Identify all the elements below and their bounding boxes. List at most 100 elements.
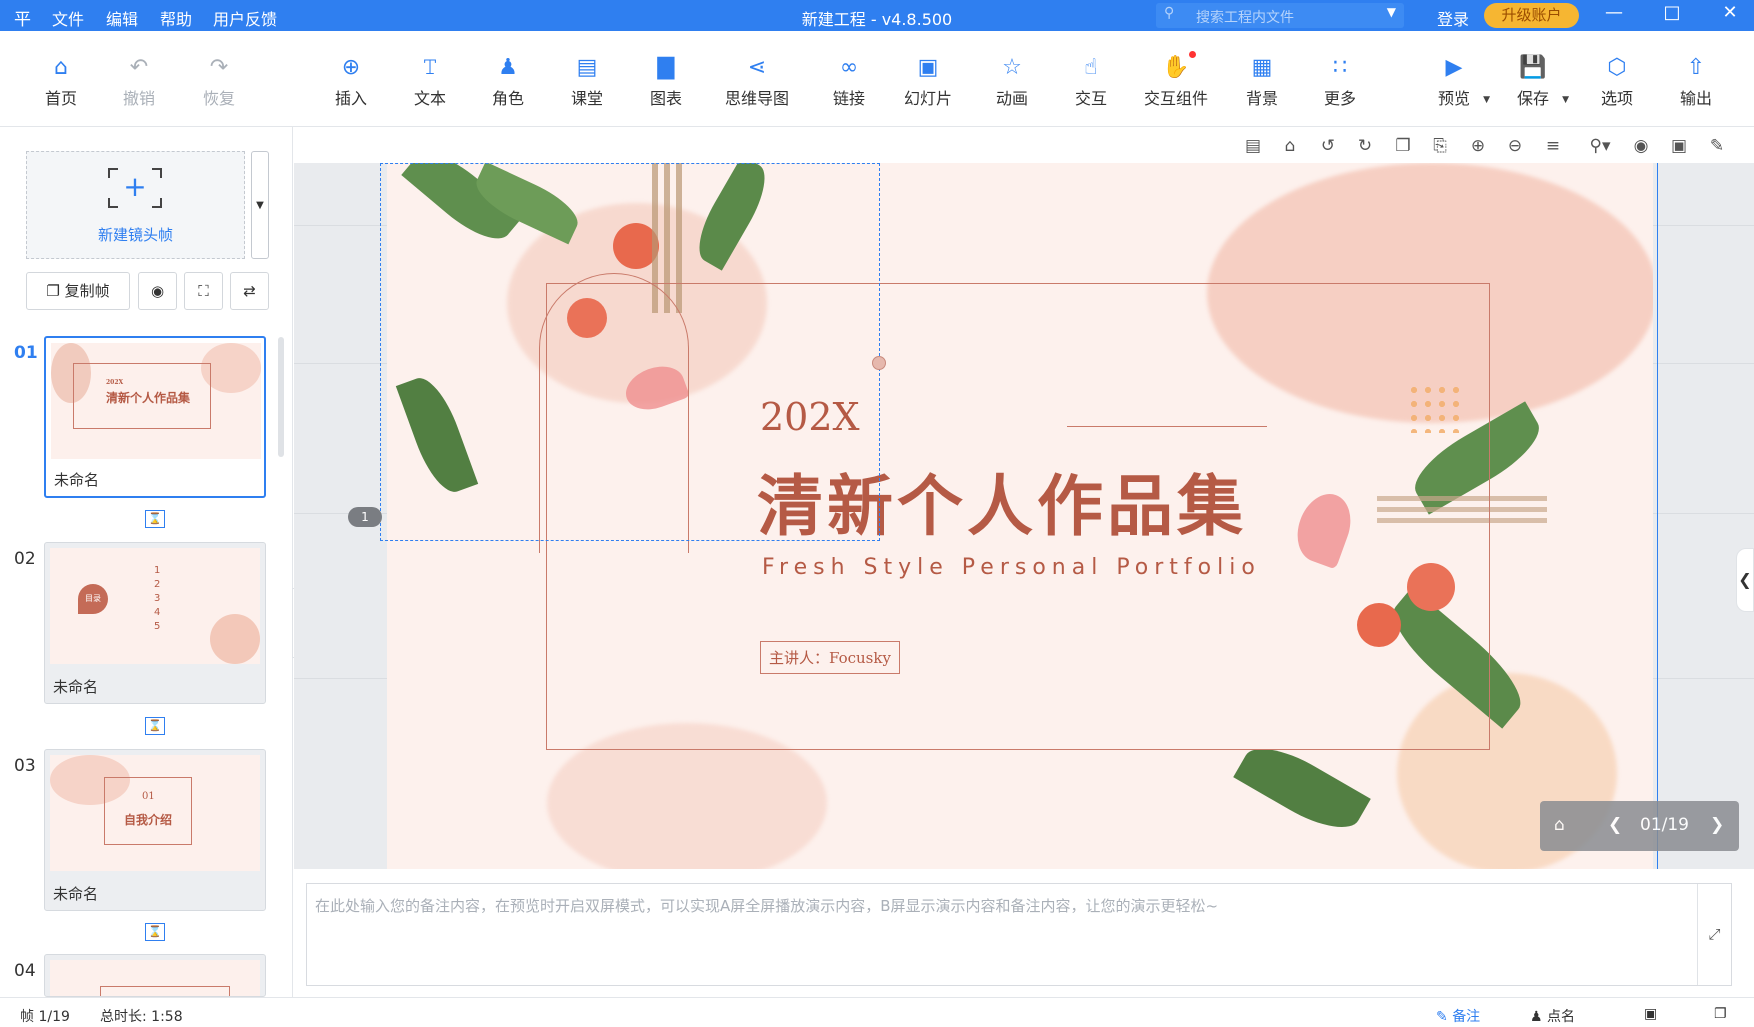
chart-button[interactable]: ▇ 图表 [626, 55, 706, 109]
transition-icon[interactable]: ⌛ [145, 510, 165, 528]
window-icon[interactable]: ❐ [1714, 1006, 1727, 1022]
prev-icon[interactable]: ❮ [1608, 815, 1622, 835]
transition-icon[interactable]: ⌛ [145, 923, 165, 941]
screen-icon[interactable]: ▣ [1644, 1006, 1657, 1022]
link-button[interactable]: ∞ 链接 [809, 55, 889, 109]
copy-icon[interactable]: ❐ [1392, 135, 1414, 157]
project-search[interactable]: ⚲ 搜索工程内文件 ▼ [1156, 3, 1404, 28]
redo-button[interactable]: ↷ 恢复 [179, 55, 259, 109]
background-button[interactable]: ▦ 背景 [1222, 55, 1302, 109]
align-icon[interactable]: ≡ [1542, 135, 1564, 157]
slide[interactable]: 202X 清新个人作品集 Fresh Style Personal Portfo… [387, 163, 1653, 869]
path-button[interactable]: ⇄ [230, 272, 269, 310]
slides-button[interactable]: ▣ 幻灯片 [888, 55, 968, 109]
expand-icon[interactable]: ⤢ [1697, 884, 1731, 985]
redo-label: 恢复 [202, 89, 235, 108]
home-icon[interactable]: ⌂ [1279, 135, 1301, 157]
slide-presenter[interactable]: 主讲人：Focusky [760, 641, 900, 674]
frame-thumbnail-1[interactable]: 202X 清新个人作品集 未命名 [44, 336, 266, 498]
paste-icon[interactable]: ⎘ [1429, 135, 1451, 157]
insert-button[interactable]: ⊕ 插入 [311, 55, 391, 109]
more-button[interactable]: ∷ 更多 [1300, 55, 1380, 109]
ruler-icon[interactable]: ▤ [1242, 135, 1264, 157]
toc-badge: 目录 [78, 584, 108, 614]
save-button[interactable]: 💾 保存 ▼ [1493, 55, 1573, 109]
selection-handle[interactable] [872, 356, 886, 370]
text-label: 文本 [413, 89, 446, 108]
home-icon[interactable]: ⌂ [1554, 815, 1565, 835]
link-label: 链接 [832, 89, 865, 108]
thumb-year: 202X [106, 379, 124, 386]
chevron-down-icon[interactable]: ▼ [1387, 5, 1396, 19]
title-bar: 平 文件 编辑 帮助 用户反馈 新建工程 - v4.8.500 ⚲ 搜索工程内文… [0, 0, 1754, 31]
copy-frame-button[interactable]: ❐ 复制帧 [26, 272, 130, 310]
next-icon[interactable]: ❯ [1710, 815, 1724, 835]
maximize-icon[interactable]: □ [1652, 2, 1692, 29]
frame-thumbnail-3[interactable]: 01 自我介绍 未命名 [44, 749, 266, 911]
edit-icon[interactable]: ✎ [1706, 135, 1728, 157]
widget-label: 交互组件 [1143, 89, 1208, 108]
slide-year[interactable]: 202X [760, 395, 860, 439]
hexagon-icon: ⬡ [1607, 55, 1627, 80]
export-button[interactable]: ⇧ 输出 [1656, 55, 1736, 109]
canvas[interactable]: 202X 清新个人作品集 Fresh Style Personal Portfo… [294, 163, 1754, 869]
menu-help[interactable]: 帮助 [160, 6, 192, 30]
fit-frame-button[interactable]: ⛶ [184, 272, 223, 310]
chart-label: 图表 [649, 89, 682, 108]
menu-edit[interactable]: 编辑 [106, 6, 138, 30]
camera-button[interactable]: ◉ [138, 272, 177, 310]
zoom-in-icon[interactable]: ⊕ [1467, 135, 1489, 157]
rotate-left-icon[interactable]: ↺ [1317, 135, 1339, 157]
login-link[interactable]: 登录 [1437, 6, 1469, 30]
thumb-frame [100, 986, 230, 996]
frame-thumbnail-4[interactable] [44, 954, 266, 997]
notes-input[interactable]: 在此处输入您的备注内容，在预览时开启双屏模式，可以实现A屏全屏播放演示内容，B屏… [315, 895, 1218, 916]
close-icon[interactable]: ✕ [1710, 2, 1750, 29]
slide-subtitle[interactable]: Fresh Style Personal Portfolio [762, 555, 1261, 580]
mindmap-button[interactable]: ⋖ 思维导图 [717, 55, 797, 109]
rotate-right-icon[interactable]: ↻ [1354, 135, 1376, 157]
collapse-right-button[interactable]: ❮ [1736, 548, 1754, 612]
new-frame-dropdown[interactable]: ▼ [251, 151, 269, 259]
export-label: 输出 [1679, 89, 1712, 108]
transition-icon[interactable]: ⌛ [145, 717, 165, 735]
menu-feedback[interactable]: 用户反馈 [213, 6, 277, 30]
preview-button[interactable]: ▶ 预览 ▼ [1414, 55, 1494, 109]
toc-item: 1 [154, 565, 161, 576]
corner-mark [152, 198, 162, 208]
chevron-down-icon[interactable]: ▼ [1483, 95, 1490, 105]
background-label: 背景 [1245, 89, 1278, 108]
interaction-button[interactable]: ☝ 交互 [1051, 55, 1131, 109]
menu-file[interactable]: 文件 [52, 6, 84, 30]
minimize-icon[interactable]: — [1594, 2, 1634, 29]
text-button[interactable]: 𝚃 文本 [390, 55, 470, 109]
animation-button[interactable]: ☆ 动画 [972, 55, 1052, 109]
slide-title[interactable]: 清新个人作品集 [757, 453, 1247, 549]
upgrade-button[interactable]: 升级账户 [1484, 3, 1579, 28]
save-icon: 💾 [1519, 55, 1547, 80]
widget-button[interactable]: ✋ 交互组件 [1136, 51, 1216, 109]
lock-icon[interactable]: ⚲▾ [1582, 135, 1618, 157]
camera-icon[interactable]: ◉ [1630, 135, 1652, 157]
panel-scrollbar[interactable] [278, 337, 284, 457]
search-input[interactable]: 搜索工程内文件 [1196, 7, 1294, 27]
chevron-left-icon: ❮ [1738, 570, 1752, 589]
rollcall-button[interactable]: ♟ 点名 [1530, 1006, 1575, 1026]
total-duration: 总时长: 1:58 [100, 1009, 183, 1025]
zoom-out-icon[interactable]: ⊖ [1504, 135, 1526, 157]
note-icon: ✎ [1436, 1009, 1448, 1025]
options-button[interactable]: ⬡ 选项 [1577, 55, 1657, 109]
frame-thumbnail-2[interactable]: 目录 1 2 3 4 5 未命名 [44, 542, 266, 704]
canvas-toolbar: ▤ ⌂ ↺ ↻ ❐ ⎘ ⊕ ⊖ ≡ ⚲▾ ◉ ▣ ✎ [294, 127, 1754, 163]
new-frame-button[interactable]: + 新建镜头帧 [26, 151, 245, 259]
role-button[interactable]: ♟ 角色 [468, 55, 548, 109]
screenshot-icon[interactable]: ▣ [1668, 135, 1690, 157]
notes-toggle[interactable]: ✎ 备注 [1436, 1006, 1480, 1026]
chevron-down-icon[interactable]: ▼ [1562, 95, 1569, 105]
classroom-button[interactable]: ▤ 课堂 [547, 55, 627, 109]
notes-area[interactable]: 在此处输入您的备注内容，在预览时开启双屏模式，可以实现A屏全屏播放演示内容，B屏… [306, 883, 1732, 986]
frame-index-tag[interactable]: 1 [348, 507, 382, 527]
app-logo: 平 [14, 10, 31, 30]
undo-button[interactable]: ↶ 撤销 [99, 55, 179, 109]
home-button[interactable]: ⌂ 首页 [21, 55, 101, 109]
